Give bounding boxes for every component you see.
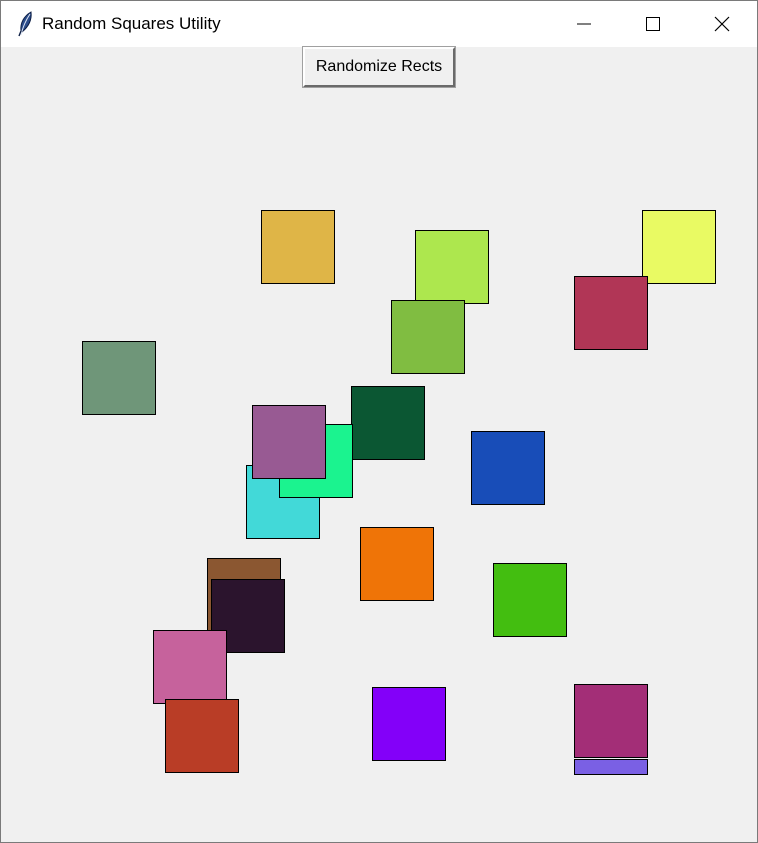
square <box>165 699 239 773</box>
feather-icon <box>18 11 32 37</box>
square <box>153 630 227 704</box>
square <box>391 300 465 374</box>
minimize-icon <box>577 23 591 25</box>
square <box>574 684 648 758</box>
maximize-icon <box>646 17 660 31</box>
square <box>82 341 156 415</box>
square <box>261 210 335 284</box>
square <box>574 276 648 350</box>
close-button[interactable] <box>687 1 757 47</box>
minimize-button[interactable] <box>549 1 619 47</box>
square <box>372 687 446 761</box>
maximize-button[interactable] <box>618 1 688 47</box>
square <box>493 563 567 637</box>
square <box>360 527 434 601</box>
window-title: Random Squares Utility <box>42 14 221 33</box>
square <box>471 431 545 505</box>
square <box>351 386 425 460</box>
randomize-rects-button[interactable]: Randomize Rects <box>302 46 456 88</box>
square <box>252 405 326 479</box>
square <box>415 230 489 304</box>
close-icon <box>714 16 730 32</box>
square <box>574 759 648 775</box>
title-bar[interactable]: Random Squares Utility <box>1 1 757 47</box>
canvas-area[interactable]: Randomize Rects <box>1 46 757 842</box>
square <box>642 210 716 284</box>
app-window: Random Squares Utility Randomize Rects <box>0 0 758 843</box>
